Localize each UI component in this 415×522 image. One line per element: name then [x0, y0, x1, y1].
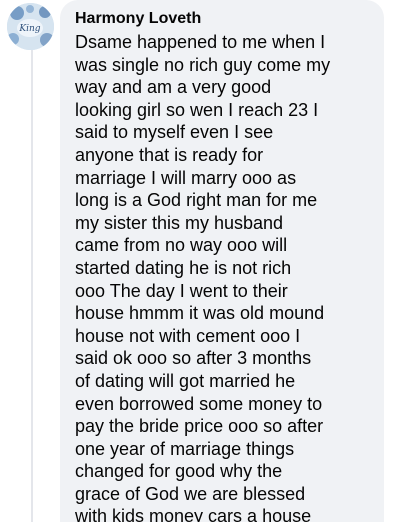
profile-photo-icon: King [7, 3, 54, 50]
comment-author-name[interactable]: Harmony Loveth [75, 9, 371, 29]
comment-text: Dsame happened to me when I was single n… [75, 32, 331, 522]
reply-thread-line [31, 50, 33, 522]
avatar-label: King [18, 24, 40, 34]
comment-bubble: Harmony Loveth Dsame happened to me when… [60, 0, 384, 522]
avatar[interactable]: King [7, 3, 54, 50]
